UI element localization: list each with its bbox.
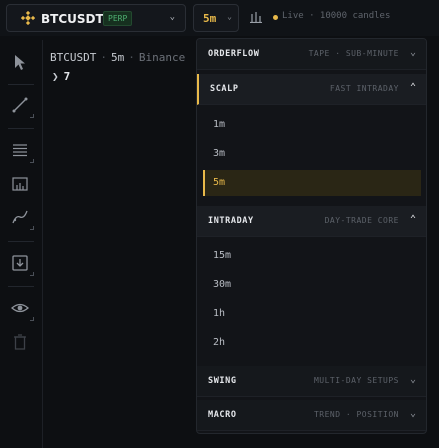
timeframe-option-1h[interactable]: 1h (203, 301, 421, 327)
chevron-down-icon: ⌄ (409, 47, 416, 58)
drawing-toolbar (0, 40, 43, 448)
chevron-up-icon: ⌃ (409, 82, 416, 93)
live-status-dot (273, 15, 278, 20)
timeframe-label: 5m (203, 12, 217, 25)
symbol-selector-button[interactable]: BTCUSDT PERP ⌄ (6, 4, 186, 32)
timeframe-option-5m[interactable]: 5m (203, 170, 421, 196)
trash-icon[interactable] (10, 332, 30, 352)
top-bar: BTCUSDT PERP ⌄ 5m ⌄ Live · 10000 candles (0, 0, 439, 36)
group-header-scalp[interactable]: SCALP FAST INTRADAY ⌃ (197, 74, 426, 105)
chevron-up-icon: ⌃ (409, 214, 416, 225)
option-label: 30m (213, 279, 232, 290)
timeframe-option-30m[interactable]: 30m (203, 272, 421, 298)
timeframe-option-2h[interactable]: 2h (203, 330, 421, 356)
cursor-icon[interactable] (10, 52, 30, 72)
chevron-down-icon: ⌄ (409, 374, 416, 385)
group-description: DAY-TRADE CORE (324, 216, 399, 225)
group-header-intraday[interactable]: INTRADAY DAY-TRADE CORE ⌃ (197, 206, 426, 237)
group-name: INTRADAY (208, 216, 254, 226)
group-description: TAPE · SUB-MINUTE (308, 49, 399, 58)
option-label: 2h (213, 337, 226, 348)
indicators-toggle[interactable]: ❯ 7 (52, 70, 70, 83)
legend-timeframe: 5m (110, 51, 125, 64)
legend-symbol: BTCUSDT (50, 51, 97, 64)
option-label: 5m (213, 177, 226, 188)
option-label: 1h (213, 308, 226, 319)
chevron-down-icon: ⌄ (227, 12, 232, 21)
curve-line-icon[interactable] (10, 207, 34, 230)
bar-chart-icon[interactable] (249, 11, 263, 23)
measure-icon[interactable] (10, 174, 30, 194)
group-description: TREND · POSITION (313, 410, 399, 419)
option-label: 15m (213, 250, 232, 261)
timeframe-option-15m[interactable]: 15m (203, 243, 421, 269)
group-header-orderflow[interactable]: ORDERFLOW TAPE · SUB-MINUTE ⌄ (197, 39, 426, 70)
trend-line-icon[interactable] (10, 95, 34, 118)
live-status-text: Live · 10000 candles (282, 11, 391, 21)
group-name: SWING (208, 376, 237, 386)
chart-legend: BTCUSDT · 5m · Binance (50, 51, 186, 64)
chevron-down-icon: ⌄ (409, 408, 416, 419)
eye-icon[interactable] (10, 298, 34, 321)
symbol-name: BTCUSDT (41, 12, 104, 26)
perp-badge: PERP (103, 11, 133, 26)
group-description: FAST INTRADAY (329, 84, 399, 93)
group-header-swing[interactable]: SWING MULTI-DAY SETUPS ⌄ (197, 366, 426, 397)
timeframe-button[interactable]: 5m ⌄ (193, 4, 239, 32)
timeframe-option-1m[interactable]: 1m (203, 112, 421, 138)
chevron-right-icon: ❯ (52, 70, 59, 83)
indicator-count: 7 (63, 70, 71, 83)
option-label: 1m (213, 119, 226, 130)
timeframe-option-3m[interactable]: 3m (203, 141, 421, 167)
group-name: MACRO (208, 410, 237, 420)
legend-exchange: Binance (138, 51, 186, 64)
group-name: SCALP (210, 84, 239, 94)
option-label: 3m (213, 148, 226, 159)
download-icon[interactable] (10, 253, 34, 276)
timeframe-dropdown: ORDERFLOW TAPE · SUB-MINUTE ⌄ SCALP FAST… (196, 38, 427, 434)
group-description: MULTI-DAY SETUPS (313, 376, 399, 385)
group-header-macro[interactable]: MACRO TREND · POSITION ⌄ (197, 400, 426, 431)
exchange-logo-icon (21, 11, 35, 25)
chevron-down-icon: ⌄ (169, 12, 175, 22)
horizontal-lines-icon[interactable] (10, 140, 34, 163)
group-name: ORDERFLOW (208, 49, 260, 59)
